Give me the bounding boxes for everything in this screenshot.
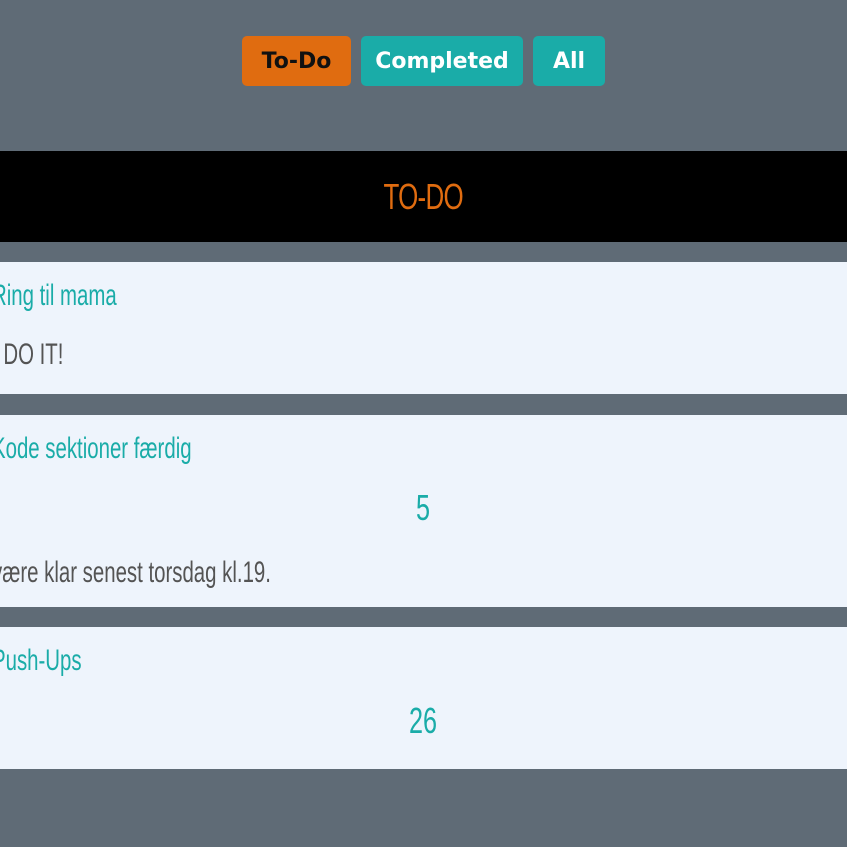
task-note: være klar senest torsdag kl.19.: [0, 556, 271, 589]
task-title: Ring til mama: [0, 279, 117, 312]
task-note: . DO IT!: [0, 338, 64, 371]
todo-app: To-Do Completed All TO-DO Ring til mama …: [0, 0, 847, 847]
task-count-value: 26: [409, 700, 438, 741]
task-card[interactable]: Kode sektioner færdig 5 være klar senest…: [0, 415, 847, 607]
filter-bar: To-Do Completed All: [0, 36, 847, 86]
task-count: 26: [0, 700, 847, 742]
task-title: Kode sektioner færdig: [0, 432, 192, 465]
section-title: TO-DO: [383, 175, 464, 217]
task-card[interactable]: Push-Ups 26: [0, 627, 847, 769]
task-card[interactable]: Ring til mama . DO IT!: [0, 262, 847, 394]
all-filter-button[interactable]: All: [533, 36, 605, 86]
section-header: TO-DO: [0, 151, 847, 242]
task-title: Push-Ups: [0, 644, 82, 677]
task-count: 5: [0, 487, 847, 529]
completed-filter-button[interactable]: Completed: [361, 36, 523, 86]
todo-filter-button[interactable]: To-Do: [242, 36, 351, 86]
task-count-value: 5: [416, 487, 431, 528]
